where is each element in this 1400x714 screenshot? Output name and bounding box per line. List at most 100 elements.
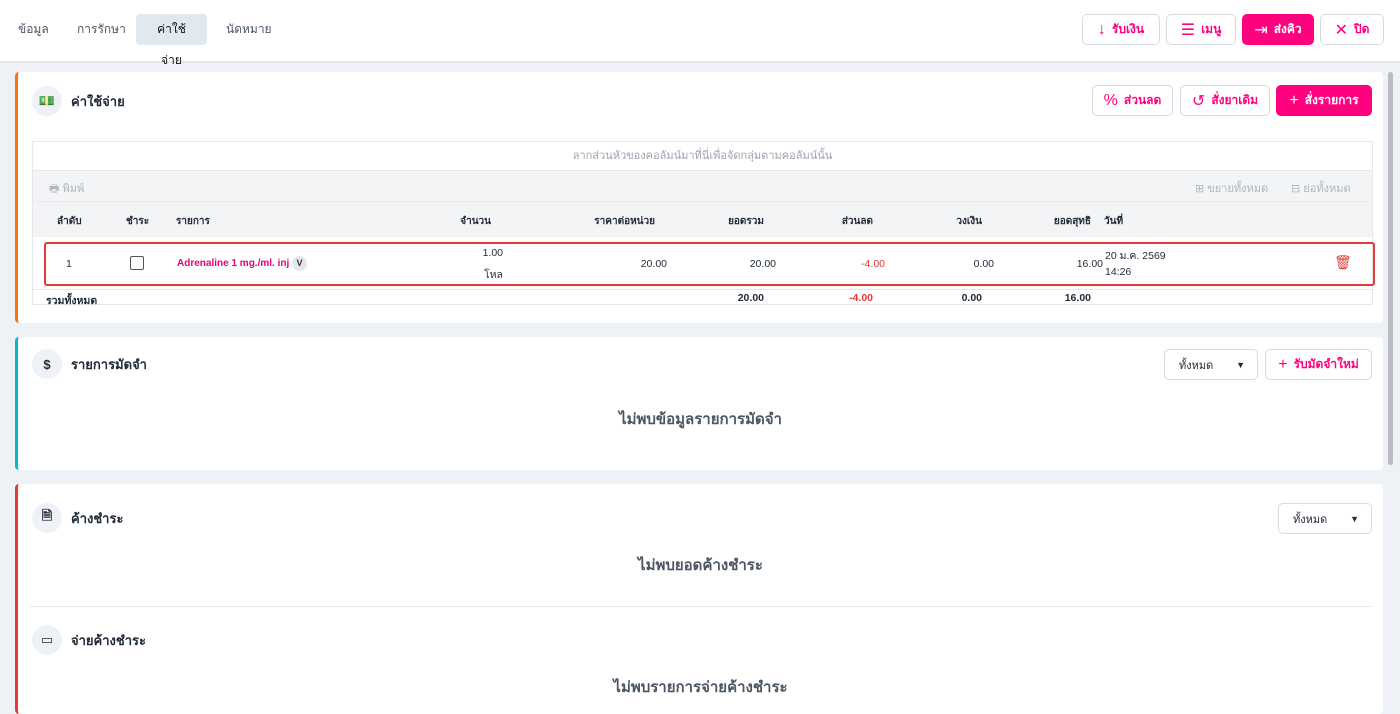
footer-discount: -4.00 [849,292,873,304]
tab-treatment[interactable]: การรักษา [61,14,142,45]
exit-arrow-icon: ⇥ [1254,21,1268,39]
pay-outstanding-empty-message: ไม่พบรายการจ่ายค้างชำระ [613,679,788,696]
collapse-all-button[interactable]: ⊟ ย่อทั้งหมด [1291,179,1351,197]
send-queue-label: ส่งคิว [1273,22,1302,36]
row-unit: โหล [484,269,503,281]
caret-down-icon: ▼ [1350,513,1359,524]
order-button[interactable]: + สั่งรายการ [1276,85,1372,116]
expenses-title: ค่าใช้จ่าย [71,93,125,109]
outstanding-filter-value: ทั้งหมด [1293,513,1328,526]
arrow-down-icon: ↓ [1097,20,1106,38]
expand-all-button[interactable]: ⊞ ขยายทั้งหมด [1195,179,1268,197]
expenses-header: 💵 ค่าใช้จ่าย [32,86,125,116]
table-toolbar: 🖶 พิมพ์ ⊞ ขยายทั้งหมด ⊟ ย่อทั้งหมด [33,171,1372,201]
close-icon: ✕ [1334,21,1348,39]
menu-button[interactable]: ☰ เมนู [1166,14,1236,45]
send-queue-button[interactable]: ⇥ ส่งคิว [1242,14,1314,45]
reorder-label: สั่งยาเดิม [1211,93,1259,107]
divider [30,606,1372,607]
printer-icon: 🖶 [49,183,60,195]
item-badge[interactable]: V [292,256,308,271]
plus-icon: + [1278,355,1288,373]
col-qty[interactable]: จำนวน [460,214,491,229]
col-paid[interactable]: ชำระ [126,214,149,229]
outstanding-title: ค้างชำระ [71,510,124,526]
top-bar: ข้อมูล การรักษา ค่าใช้จ่าย นัดหมาย ↓ รับเ… [0,0,1400,67]
expenses-card: 💵 ค่าใช้จ่าย % ส่วนลด ↺ สั่งยาเดิม + สั่งรา… [15,72,1383,323]
hamburger-icon: ☰ [1180,21,1196,39]
item-name[interactable]: Adrenaline 1 mg./ml. inj V [177,256,308,271]
receive-money-button[interactable]: ↓ รับเงิน [1082,14,1160,45]
order-label: สั่งรายการ [1304,93,1359,107]
pay-outstanding-title: จ่ายค้างชำระ [71,632,146,648]
row-credit: 0.00 [973,258,994,270]
row-no: 1 [66,258,72,270]
tab-expenses[interactable]: ค่าใช้จ่าย [136,14,207,67]
invoice-dollar-icon: 🗎 [32,503,62,533]
trash-icon[interactable]: 🗑 [1334,254,1352,271]
history-icon: ↺ [1191,92,1206,110]
expand-all-label: ขยายทั้งหมด [1207,183,1269,195]
group-panel[interactable]: ลากส่วนหัวของคอลัมน์มาที่นี่เพื่อจัดกลุ่… [33,142,1372,171]
menu-label: เมนู [1201,22,1222,36]
col-discount[interactable]: ส่วนลด [842,214,873,229]
row-total: 20.00 [749,258,776,270]
discount-button[interactable]: % ส่วนลด [1092,85,1173,116]
col-unit-price[interactable]: ราคาต่อหน่วย [594,214,655,229]
table-header: ลำดับ ชำระ รายการ จำนวน ราคาต่อหน่วย ยอด… [33,201,1372,237]
collapse-all-label: ย่อทั้งหมด [1303,183,1351,195]
close-button[interactable]: ✕ ปิด [1320,14,1384,45]
scrollbar-thumb[interactable] [1388,72,1393,465]
col-credit[interactable]: วงเงิน [956,214,982,229]
paid-checkbox[interactable] [130,256,144,270]
plus-square-icon: ⊞ [1195,183,1205,195]
new-deposit-button[interactable]: + รับมัดจำใหม่ [1265,349,1372,380]
col-net[interactable]: ยอดสุทธิ [1054,214,1091,229]
receive-label: รับเงิน [1111,22,1145,36]
row-qty: 1.00 [482,247,503,259]
deposits-header: $ รายการมัดจำ [32,349,147,379]
row-time: 14:26 [1105,266,1132,278]
print-button[interactable]: 🖶 พิมพ์ [49,179,84,199]
credit-card-icon: ▭ [32,625,62,655]
footer-net: 16.00 [1064,292,1091,304]
close-label: ปิด [1353,22,1370,36]
deposits-filter-value: ทั้งหมด [1179,359,1214,372]
row-discount: -4.00 [861,258,885,270]
expenses-table: ลากส่วนหัวของคอลัมน์มาที่นี่เพื่อจัดกลุ่… [32,141,1375,307]
percent-icon: % [1103,91,1118,109]
outstanding-filter-select[interactable]: ทั้งหมด ▼ [1278,503,1372,534]
row-net: 16.00 [1076,258,1103,270]
col-total[interactable]: ยอดรวม [728,214,764,229]
hand-money-icon: $ [32,349,62,379]
tab-appointments[interactable]: นัดหมาย [210,14,288,45]
pay-outstanding-header: ▭ จ่ายค้างชำระ [32,625,146,655]
plus-icon: + [1289,91,1299,109]
scrollbar[interactable] [1385,70,1399,698]
outstanding-header: 🗎 ค้างชำระ [32,503,123,533]
footer-credit: 0.00 [961,292,982,304]
col-item[interactable]: รายการ [176,214,210,229]
footer-label: รวมทั้งหมด [46,295,98,307]
table-row[interactable]: 1 Adrenaline 1 mg./ml. inj V 1.00 โหล 20… [44,242,1375,286]
outstanding-card: 🗎 ค้างชำระ ทั้งหมด ▼ ไม่พบยอดค้างชำระ ▭ จ… [15,484,1383,714]
table-footer: รวมทั้งหมด 20.00 -4.00 0.00 16.00 [33,289,1372,307]
deposits-title: รายการมัดจำ [71,356,147,372]
minus-square-icon: ⊟ [1291,183,1301,195]
col-date[interactable]: วันที่ [1104,214,1123,229]
outstanding-empty-message: ไม่พบยอดค้างชำระ [638,557,763,574]
print-label: พิมพ์ [62,183,85,195]
tab-info[interactable]: ข้อมูล [2,14,65,45]
caret-down-icon: ▼ [1236,359,1245,370]
new-deposit-label: รับมัดจำใหม่ [1293,357,1359,371]
discount-label: ส่วนลด [1123,93,1162,107]
deposits-filter-select[interactable]: ทั้งหมด ▼ [1164,349,1258,380]
reorder-button[interactable]: ↺ สั่งยาเดิม [1180,85,1270,116]
deposits-card: $ รายการมัดจำ ทั้งหมด ▼ + รับมัดจำใหม่ ไม่… [15,337,1383,470]
banknote-icon: 💵 [32,86,62,116]
col-no[interactable]: ลำดับ [57,214,82,229]
row-date: 20 ม.ค. 2569 [1105,250,1166,262]
row-price: 20.00 [640,258,667,270]
deposits-empty-message: ไม่พบข้อมูลรายการมัดจำ [619,411,782,428]
footer-total: 20.00 [737,292,764,304]
